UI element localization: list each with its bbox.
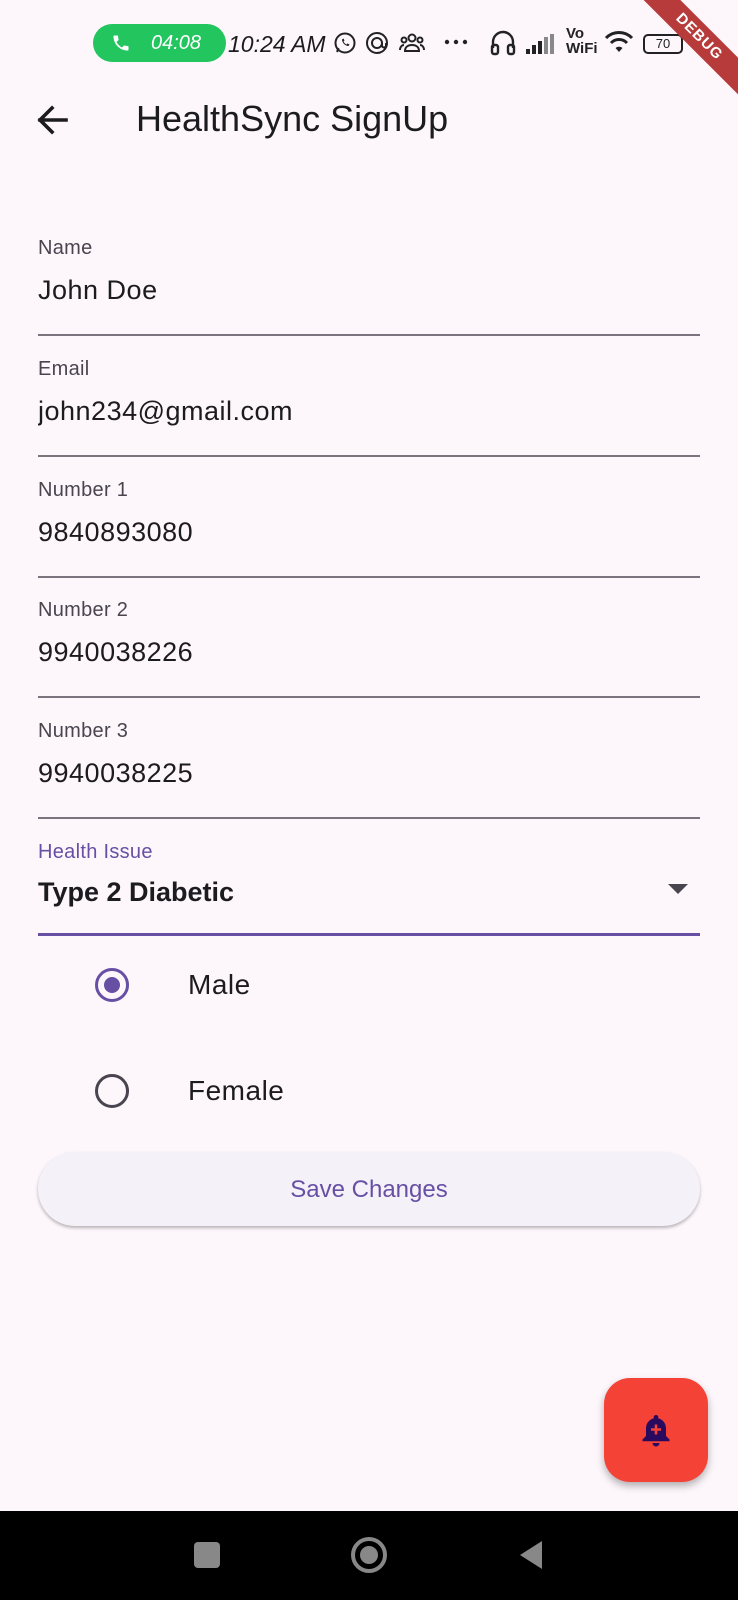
call-timer: 04:08 [151,32,202,54]
number1-label: Number 1 [38,479,129,501]
whatsapp-icon [334,32,356,54]
battery-level: 70 [655,36,671,51]
vowifi-icon: Vo WiFi [566,26,600,60]
ongoing-call-pill[interactable]: 04:08 [93,24,226,62]
at-circle-icon [366,32,388,54]
arrow-left-icon [37,105,68,135]
email-input[interactable] [38,391,700,431]
back-button[interactable] [28,96,76,144]
number2-input[interactable] [38,632,700,672]
male-radio[interactable] [95,968,129,1002]
female-radio[interactable] [95,1074,129,1108]
group-icon [399,33,425,52]
health-issue-value: Type 2 Diabetic [38,877,235,907]
app-bar: HealthSync SignUp [0,88,738,152]
radio-selected-dot [104,977,120,993]
email-label: Email [38,358,90,380]
headset-icon [490,30,516,56]
home-button[interactable] [345,1531,393,1579]
name-input[interactable] [38,270,700,310]
gender-option-male[interactable]: Male [0,947,738,1027]
triangle-back-icon [520,1541,542,1569]
save-changes-button[interactable]: Save Changes [38,1152,700,1226]
number1-input[interactable] [38,512,700,552]
male-label: Male [188,969,251,1000]
number3-input[interactable] [38,753,700,793]
phone-icon [113,35,129,51]
number1-field: Number 1 [38,478,700,578]
email-field: Email [38,357,700,457]
number2-label: Number 2 [38,599,129,621]
square-icon [194,1542,220,1568]
gender-option-female[interactable]: Female [0,1053,738,1133]
health-issue-label: Health Issue [38,841,153,863]
number2-field: Number 2 [38,598,700,698]
name-label: Name [38,237,93,259]
status-clock: 10:24 AM [228,31,326,57]
battery-icon: 70 [643,34,683,54]
more-notifications-icon [444,39,468,45]
name-field: Name [38,236,700,336]
bell-plus-icon [642,1415,670,1447]
health-issue-dropdown[interactable]: Health Issue Type 2 Diabetic [38,840,700,936]
status-bar: 04:08 10:24 AM Vo WiFi 70 [0,0,738,88]
back-nav-button[interactable] [508,1531,556,1579]
vowifi-top-text: Vo [566,25,585,42]
signal-icon [526,34,554,54]
wifi-icon [604,31,634,52]
female-label: Female [188,1075,285,1106]
system-nav-bar [0,1511,738,1600]
number3-field: Number 3 [38,719,700,819]
emergency-alert-fab[interactable] [604,1378,708,1482]
circle-icon [351,1537,387,1573]
vowifi-bottom-text: WiFi [566,40,598,57]
dropdown-arrow-icon [668,884,688,894]
page-title: HealthSync SignUp [136,98,449,139]
recent-apps-button[interactable] [183,1531,231,1579]
number3-label: Number 3 [38,720,129,742]
